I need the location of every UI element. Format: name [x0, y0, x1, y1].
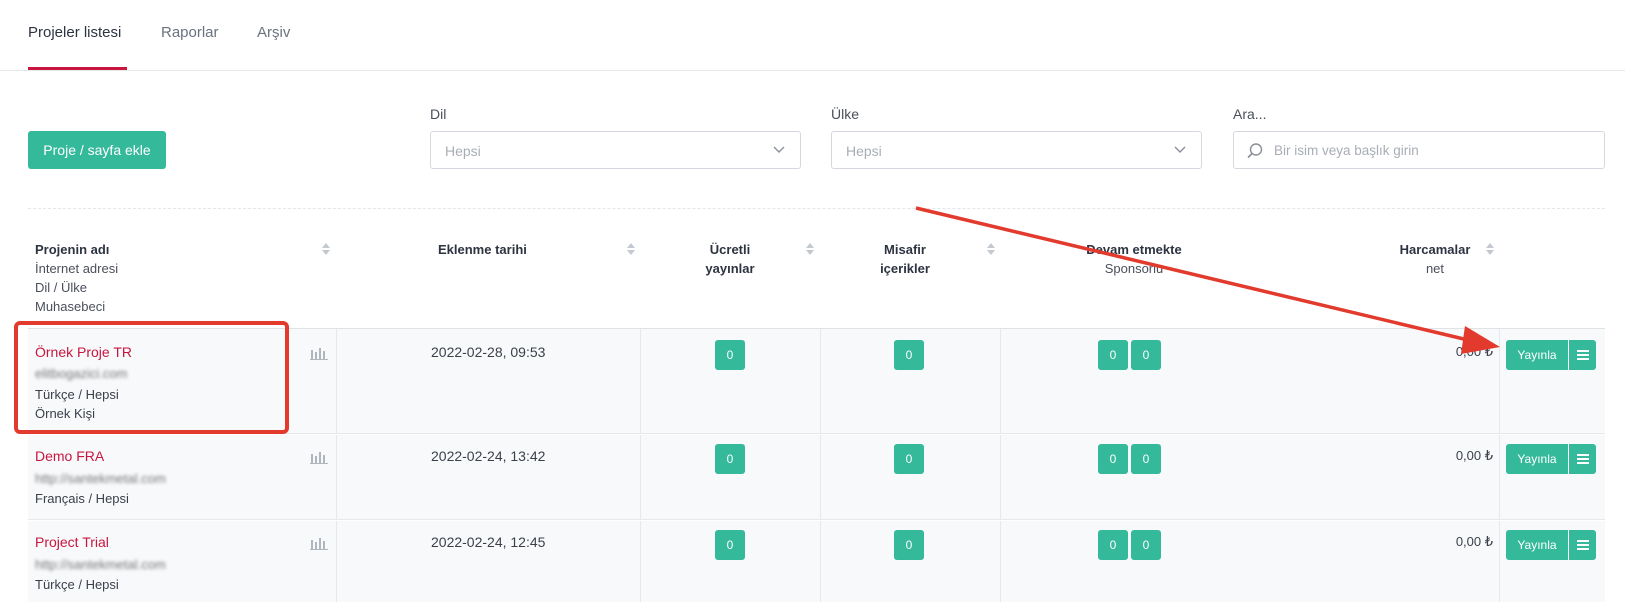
sort-icon[interactable] [987, 243, 995, 255]
search-placeholder: Bir isim veya başlık girin [1274, 143, 1419, 158]
sort-icon[interactable] [322, 243, 330, 255]
guest-content-badge[interactable]: 0 [894, 444, 924, 474]
header-paid-posts[interactable]: Ücretli yayınlar [700, 240, 760, 278]
header-project-name-label: Projenin adı [35, 242, 110, 257]
date-added: 2022-02-24, 12:45 [431, 534, 546, 550]
header-ongoing-label: Devam etmekte [1086, 242, 1182, 257]
ongoing-badge[interactable]: 0 [1098, 340, 1128, 370]
sponsored-badge[interactable]: 0 [1131, 530, 1161, 560]
project-language: Français / Hepsi [35, 491, 129, 506]
header-guest-content[interactable]: Misafir içerikler [875, 240, 935, 278]
expense-amount: 0,00 ₺ [1455, 448, 1493, 463]
table-row: Demo FRA http://santekmetal.com Français… [28, 435, 1605, 520]
sponsored-badge[interactable]: 0 [1131, 444, 1161, 474]
ongoing-badge[interactable]: 0 [1098, 530, 1128, 560]
bar-chart-icon[interactable] [310, 346, 328, 360]
header-paid-line1: Ücretli [709, 242, 751, 257]
header-expenses-label: Harcamalar [1399, 242, 1471, 257]
header-date-label: Eklenme tarihi [438, 242, 527, 257]
expense-amount: 0,00 ₺ [1455, 344, 1493, 359]
sponsored-badge[interactable]: 0 [1131, 340, 1161, 370]
header-language-country: Dil / Ülke [35, 280, 88, 295]
country-select[interactable]: Hepsi [831, 131, 1202, 169]
divider [28, 208, 1605, 209]
bar-chart-icon[interactable] [310, 450, 328, 464]
header-internet-address: İnternet adresi [35, 261, 119, 276]
tab-archive[interactable]: Arşiv [257, 24, 290, 41]
guest-content-badge[interactable]: 0 [894, 530, 924, 560]
header-date[interactable]: Eklenme tarihi [438, 240, 527, 259]
header-guest-line1: Misafir [884, 242, 926, 257]
header-net-label: net [1425, 261, 1445, 276]
menu-icon[interactable] [1568, 444, 1596, 474]
publish-button[interactable]: Yayınla [1506, 530, 1568, 560]
paid-posts-badge[interactable]: 0 [715, 444, 745, 474]
search-label: Ara... [1233, 106, 1267, 122]
country-filter-label: Ülke [831, 106, 860, 122]
project-url: http://santekmetal.com [35, 557, 166, 572]
header-project-name[interactable]: Projenin adı İnternet adresi Dil / Ülke … [35, 240, 118, 316]
menu-icon[interactable] [1568, 530, 1596, 560]
highlight-box [14, 321, 289, 434]
sort-icon[interactable] [1486, 243, 1494, 255]
add-project-button[interactable]: Proje / sayfa ekle [28, 131, 166, 169]
sort-icon[interactable] [806, 243, 814, 255]
project-url: http://santekmetal.com [35, 471, 166, 486]
ongoing-badge[interactable]: 0 [1098, 444, 1128, 474]
project-language: Türkçe / Hepsi [35, 577, 119, 592]
country-select-value: Hepsi [846, 143, 882, 159]
publish-button[interactable]: Yayınla [1506, 340, 1568, 370]
bar-chart-icon[interactable] [310, 536, 328, 550]
language-select[interactable]: Hepsi [430, 131, 801, 169]
header-guest-line2: içerikler [880, 261, 930, 276]
expense-amount: 0,00 ₺ [1455, 534, 1493, 549]
tab-bar: Projeler listesi Raporlar Arşiv [0, 0, 1625, 71]
header-accountant: Muhasebeci [35, 299, 106, 314]
tab-projects-list[interactable]: Projeler listesi [28, 24, 121, 41]
date-added: 2022-02-24, 13:42 [431, 448, 546, 464]
language-filter-label: Dil [430, 106, 447, 122]
sort-icon[interactable] [627, 243, 635, 255]
tab-reports[interactable]: Raporlar [161, 24, 219, 41]
table-row: Project Trial http://santekmetal.com Tür… [28, 521, 1605, 602]
menu-icon[interactable] [1568, 340, 1596, 370]
publish-button[interactable]: Yayınla [1506, 444, 1568, 474]
header-expenses[interactable]: Harcamalar net [1390, 240, 1480, 278]
language-select-value: Hepsi [445, 143, 481, 159]
chevron-down-icon [773, 146, 785, 153]
guest-content-badge[interactable]: 0 [894, 340, 924, 370]
date-added: 2022-02-28, 09:53 [431, 344, 546, 360]
search-icon [1247, 143, 1263, 159]
chevron-down-icon [1174, 146, 1186, 153]
search-input[interactable]: Bir isim veya başlık girin [1233, 131, 1605, 169]
header-ongoing: Devam etmekte Sponsorlu [1064, 240, 1204, 278]
paid-posts-badge[interactable]: 0 [715, 530, 745, 560]
header-sponsored-label: Sponsorlu [1104, 261, 1164, 276]
active-tab-indicator [28, 67, 127, 70]
header-paid-line2: yayınlar [705, 261, 755, 276]
paid-posts-badge[interactable]: 0 [715, 340, 745, 370]
project-name-link[interactable]: Demo FRA [35, 448, 104, 464]
project-name-link[interactable]: Project Trial [35, 534, 109, 550]
